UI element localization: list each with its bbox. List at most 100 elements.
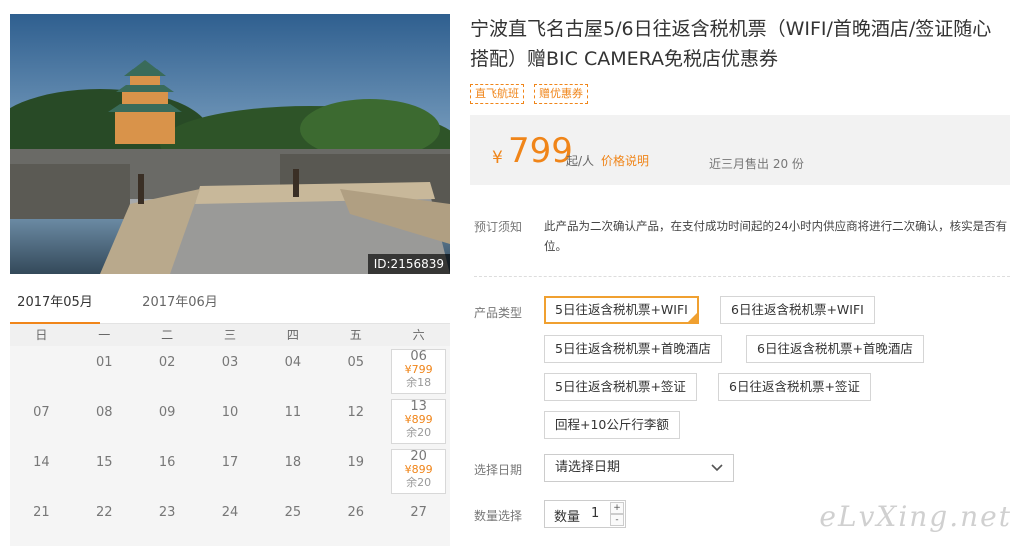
calendar-day-number: 22 bbox=[96, 505, 113, 520]
castle-photo-illustration bbox=[10, 14, 450, 274]
calendar-day: 05 bbox=[324, 346, 387, 396]
calendar-day: 22 bbox=[73, 496, 136, 546]
weekday-label: 日 bbox=[35, 328, 48, 342]
calendar-day: 18 bbox=[261, 446, 324, 496]
calendar-day-number: 10 bbox=[221, 405, 239, 420]
calendar-day-number: 21 bbox=[33, 505, 50, 520]
calendar-day: 21 bbox=[10, 496, 73, 546]
calendar-day-number: 23 bbox=[158, 505, 176, 520]
quantity-minus-button[interactable]: - bbox=[610, 514, 624, 526]
calendar-day-stock: 余20 bbox=[406, 476, 432, 489]
calendar-day-number: 06 bbox=[410, 349, 427, 364]
quantity-label: 数量选择 bbox=[474, 509, 523, 523]
calendar-day-stock: 余18 bbox=[406, 376, 432, 389]
photo-id-badge: ID:2156839 bbox=[367, 254, 450, 274]
calendar-day-number: 15 bbox=[96, 455, 113, 470]
month-tabs: 2017年05月 2017年06月 bbox=[10, 290, 450, 325]
option-6day-hotel[interactable]: 6日往返含税机票+首晚酒店 bbox=[746, 335, 924, 363]
option-return-luggage[interactable]: 回程+10公斤行李额 bbox=[544, 411, 680, 439]
notice-label: 预订须知 bbox=[474, 220, 523, 234]
calendar-day-number: 09 bbox=[158, 405, 176, 420]
site-watermark: eLvXing.net bbox=[819, 500, 1012, 533]
date-select-placeholder: 请选择日期 bbox=[555, 460, 621, 475]
calendar-day: 25 bbox=[261, 496, 324, 546]
calendar-day-number: 24 bbox=[221, 505, 239, 520]
price-unit: 起/人 bbox=[566, 154, 595, 168]
date-select-dropdown[interactable]: 请选择日期 bbox=[544, 454, 734, 482]
price-calendar: 日 一 二 三 四 五 六 01 02 03 04 05 06 ¥799 余18 07 08 09 1… bbox=[10, 324, 450, 546]
chevron-down-icon bbox=[711, 464, 723, 472]
calendar-day: 23 bbox=[136, 496, 199, 546]
calendar-day-number: 25 bbox=[284, 505, 302, 520]
calendar-day-number: 11 bbox=[284, 405, 302, 420]
product-type-label: 产品类型 bbox=[474, 306, 523, 320]
calendar-body: 01 02 03 04 05 06 ¥799 余18 07 08 09 10 11 12 13 ¥899 余20… bbox=[10, 346, 450, 546]
tab-june-2017[interactable]: 2017年06月 bbox=[130, 290, 230, 324]
calendar-day: 09 bbox=[136, 396, 199, 446]
calendar-day-number: 03 bbox=[221, 355, 239, 370]
product-tags: 直飞航班 赠优惠券 bbox=[470, 84, 588, 104]
calendar-day-number: 07 bbox=[33, 405, 50, 420]
calendar-day-number: 02 bbox=[158, 355, 176, 370]
calendar-day-number: 04 bbox=[284, 355, 302, 370]
calendar-day-number: 26 bbox=[347, 505, 364, 520]
weekday-label: 一 bbox=[98, 328, 111, 342]
calendar-day-price: ¥899 bbox=[404, 413, 433, 426]
calendar-week-row: 01 02 03 04 05 06 ¥799 余18 bbox=[10, 346, 450, 396]
calendar-day-stock: 余20 bbox=[406, 426, 432, 439]
calendar-day-number: 16 bbox=[158, 455, 176, 470]
calendar-day-number: 12 bbox=[347, 405, 364, 420]
calendar-week-row: 21 22 23 24 25 26 27 bbox=[10, 496, 450, 546]
calendar-day: 12 bbox=[324, 396, 387, 446]
sold-count: 近三月售出 20 份 bbox=[709, 157, 804, 171]
calendar-day-available[interactable]: 06 ¥799 余18 bbox=[387, 346, 450, 396]
calendar-day: 01 bbox=[73, 346, 136, 396]
calendar-day: 26 bbox=[324, 496, 387, 546]
quantity-value[interactable]: 1 bbox=[591, 506, 599, 521]
quantity-field-label: 数量 bbox=[554, 510, 581, 525]
calendar-day: 16 bbox=[136, 446, 199, 496]
calendar-day: 02 bbox=[136, 346, 199, 396]
calendar-day: 27 bbox=[387, 496, 450, 546]
weekday-label: 四 bbox=[286, 328, 299, 342]
calendar-day-number: 01 bbox=[96, 355, 113, 370]
calendar-day: 11 bbox=[261, 396, 324, 446]
calendar-day-number: 19 bbox=[347, 455, 364, 470]
calendar-day: 03 bbox=[199, 346, 262, 396]
product-title: 宁波直飞名古屋5/6日往返含税机票（WIFI/首晚酒店/签证随心搭配）赠BIC … bbox=[470, 18, 992, 70]
price-amount: 799 bbox=[508, 131, 573, 171]
calendar-day-price: ¥899 bbox=[404, 463, 433, 476]
calendar-day-number: 05 bbox=[347, 355, 364, 370]
currency-symbol: ¥ bbox=[492, 148, 503, 168]
calendar-day: 19 bbox=[324, 446, 387, 496]
tag-coupon: 赠优惠券 bbox=[534, 84, 588, 104]
calendar-week-row: 07 08 09 10 11 12 13 ¥899 余20 bbox=[10, 396, 450, 446]
calendar-day: 24 bbox=[199, 496, 262, 546]
calendar-day-number: 17 bbox=[221, 455, 239, 470]
price-explain-link[interactable]: 价格说明 bbox=[601, 152, 649, 169]
calendar-day: 08 bbox=[73, 396, 136, 446]
weekday-label: 五 bbox=[349, 328, 362, 342]
option-5day-visa[interactable]: 5日往返含税机票+签证 bbox=[544, 373, 697, 401]
calendar-day: 17 bbox=[199, 446, 262, 496]
quantity-plus-button[interactable]: + bbox=[610, 502, 624, 514]
price-panel: ¥ 799 起/人 价格说明 近三月售出 20 份 bbox=[470, 115, 1010, 185]
calendar-day-number: 27 bbox=[410, 505, 427, 520]
notice-text: 此产品为二次确认产品，在支付成功时间起的24小时内供应商将进行二次确认，核实是否… bbox=[544, 219, 1008, 253]
calendar-week-row: 14 15 16 17 18 19 20 ¥899 余20 bbox=[10, 446, 450, 496]
weekday-label: 二 bbox=[161, 328, 174, 342]
calendar-day: 04 bbox=[261, 346, 324, 396]
quantity-stepper[interactable]: 数量 1 + - bbox=[544, 500, 626, 528]
calendar-day-number: 18 bbox=[284, 455, 302, 470]
calendar-day-available[interactable]: 13 ¥899 余20 bbox=[387, 396, 450, 446]
option-5day-wifi[interactable]: 5日往返含税机票+WIFI bbox=[544, 296, 699, 324]
option-6day-wifi[interactable]: 6日往返含税机票+WIFI bbox=[720, 296, 875, 324]
option-5day-hotel[interactable]: 5日往返含税机票+首晚酒店 bbox=[544, 335, 722, 363]
tab-may-2017[interactable]: 2017年05月 bbox=[10, 290, 100, 325]
calendar-day-number: 13 bbox=[410, 399, 427, 414]
calendar-day-number: 14 bbox=[33, 455, 50, 470]
calendar-day-available[interactable]: 20 ¥899 余20 bbox=[387, 446, 450, 496]
calendar-day bbox=[10, 346, 73, 396]
calendar-day-number: 20 bbox=[410, 449, 427, 464]
option-6day-visa[interactable]: 6日往返含税机票+签证 bbox=[718, 373, 871, 401]
